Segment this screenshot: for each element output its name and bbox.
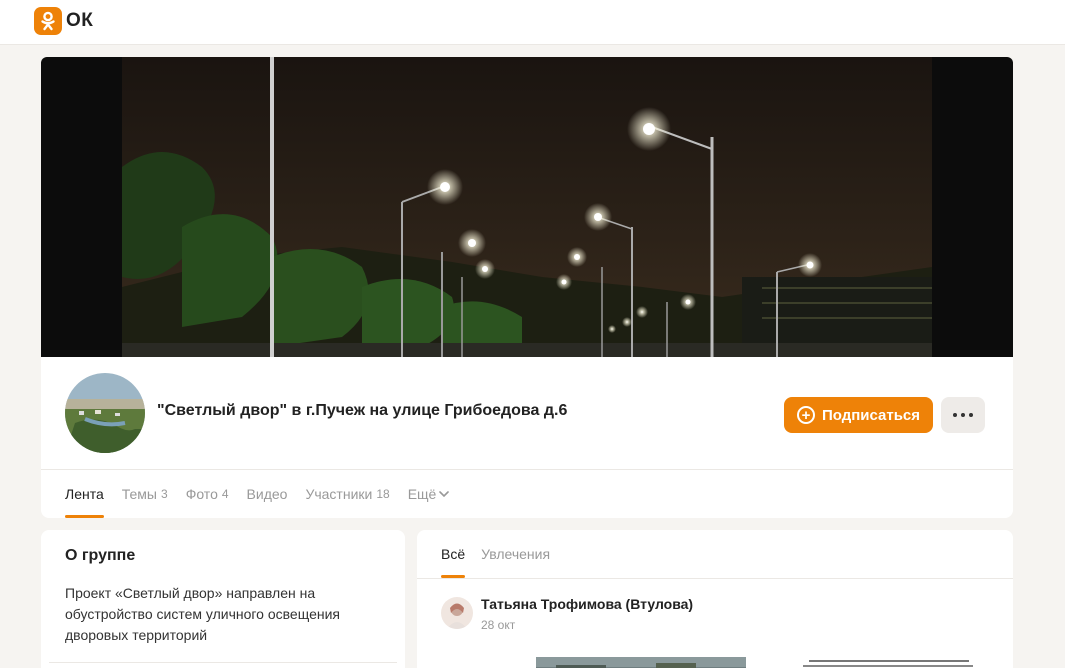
post-author-name[interactable]: Татьяна Трофимова (Втулова) bbox=[481, 596, 693, 612]
group-title: "Светлый двор" в г.Пучеж на улице Грибое… bbox=[157, 402, 568, 419]
tab-more[interactable]: Ещё bbox=[408, 470, 450, 518]
logo-text: ОК bbox=[66, 10, 94, 31]
tab-label: Участники bbox=[305, 486, 373, 502]
feed-tab-all[interactable]: Всё bbox=[441, 530, 466, 578]
feed-tab-label: Всё bbox=[441, 546, 466, 562]
tab-label: Лента bbox=[65, 486, 104, 502]
tab-video[interactable]: Видео bbox=[247, 470, 288, 518]
about-group-card: О группе Проект «Светлый двор» направлен… bbox=[41, 530, 405, 668]
more-dots-icon bbox=[951, 413, 975, 417]
ok-logo-icon bbox=[34, 7, 62, 35]
top-bar: ОК bbox=[0, 0, 1065, 45]
post-author-avatar[interactable] bbox=[441, 597, 473, 629]
post-date: 28 окт bbox=[481, 618, 516, 632]
feed-tabs: Всё Увлечения bbox=[441, 530, 566, 578]
tab-members[interactable]: Участники 18 bbox=[305, 470, 389, 518]
tab-feed[interactable]: Лента bbox=[65, 470, 104, 518]
subscribe-button[interactable]: + Подписаться bbox=[784, 397, 933, 433]
tab-label: Видео bbox=[246, 486, 288, 502]
tab-label: Ещё bbox=[407, 486, 437, 502]
more-options-button[interactable] bbox=[941, 397, 985, 433]
tab-photos[interactable]: Фото 4 bbox=[186, 470, 229, 518]
feed-tab-hobbies[interactable]: Увлечения bbox=[481, 530, 550, 578]
tab-count: 4 bbox=[221, 487, 229, 501]
feed-card: Всё Увлечения Татьяна Трофимова (Втулова… bbox=[417, 530, 1013, 668]
chevron-down-icon bbox=[439, 491, 450, 497]
group-nav: Лента Темы 3 Фото 4 Видео Участники 18 Е… bbox=[65, 470, 467, 518]
about-description: Проект «Светлый двор» направлен на обуст… bbox=[65, 585, 340, 643]
feed-tab-label: Увлечения bbox=[481, 546, 551, 562]
group-cover bbox=[41, 57, 1013, 357]
tab-count: 18 bbox=[376, 487, 390, 501]
about-divider bbox=[49, 662, 397, 663]
tab-count: 3 bbox=[161, 487, 168, 501]
tab-topics[interactable]: Темы 3 bbox=[122, 470, 168, 518]
plus-circle-icon: + bbox=[796, 406, 815, 424]
post-image[interactable] bbox=[536, 657, 746, 668]
about-title: О группе bbox=[65, 547, 136, 564]
post-document-image[interactable] bbox=[799, 656, 983, 668]
group-avatar[interactable] bbox=[65, 373, 145, 453]
subscribe-label: Подписаться bbox=[821, 406, 921, 424]
tab-label: Темы bbox=[121, 486, 157, 502]
cover-photo bbox=[122, 57, 932, 357]
site-logo[interactable]: ОК bbox=[34, 7, 93, 35]
group-header-card: "Светлый двор" в г.Пучеж на улице Грибое… bbox=[41, 357, 1013, 518]
feed-divider bbox=[417, 578, 1013, 579]
tab-label: Фото bbox=[185, 486, 218, 502]
